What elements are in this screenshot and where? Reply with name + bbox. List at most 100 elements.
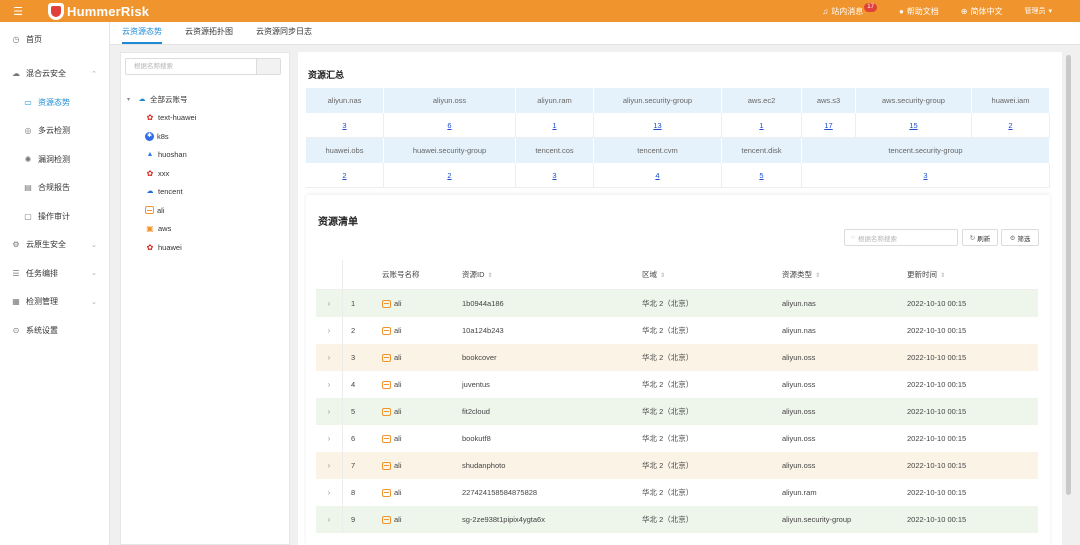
question-icon: ● (898, 6, 904, 16)
tree-node-tencent[interactable]: ☁ tencent (127, 183, 196, 202)
messages-button[interactable]: ♫ 站内消息 17 (822, 2, 877, 17)
table-row[interactable]: › 9 ali sg-2ze938t1pipix4ygta6x 华北 2（北京） aliy… (316, 506, 1038, 533)
user-menu[interactable]: 管理员 ▾ (1024, 6, 1052, 16)
sidebar-item-cloud-native[interactable]: ⚙ 云原生安全 ⌄ (0, 231, 109, 260)
row-account: ali (376, 407, 456, 416)
aliyun-icon (382, 353, 391, 362)
expand-chevron-icon[interactable]: › (316, 461, 342, 470)
row-resource-id: bookutf8 (462, 434, 491, 443)
summary-count-link[interactable]: 2 (306, 163, 384, 187)
summary-count-link[interactable]: 5 (722, 163, 802, 187)
expand-chevron-icon[interactable]: › (316, 407, 342, 416)
table-row[interactable]: › 1 ali 1b0944a186 华北 2（北京） aliyun.nas 2022-10… (316, 290, 1038, 317)
tab-resource-topology[interactable]: 云资源拓扑图 (185, 26, 233, 44)
list-search-input[interactable]: ○ 根据名称搜索 (844, 229, 958, 246)
summary-count-link[interactable]: 3 (306, 113, 384, 137)
document-icon: ▢ (24, 211, 32, 221)
row-type: aliyun.nas (782, 299, 816, 308)
summary-count-link[interactable]: 17 (802, 113, 856, 137)
sidebar-item-detection-management[interactable]: ▦ 检测管理 ⌄ (0, 288, 109, 317)
table-row[interactable]: › 3 ali bookcover 华北 2（北京） aliyun.oss 2022-10-… (316, 344, 1038, 371)
tree-node-ali[interactable]: ali (127, 201, 196, 220)
row-resource-id: juventus (462, 380, 490, 389)
menu-icon[interactable]: ☰ (0, 5, 36, 18)
sidebar-item-hybrid-cloud[interactable]: ☁ 混合云安全 ⌃ (0, 60, 109, 89)
table-row[interactable]: › 7 ali shudanphoto 华北 2（北京） aliyun.oss 2022-1… (316, 452, 1038, 479)
row-time: 2022-10-10 00:15 (907, 407, 967, 416)
column-header-region[interactable]: 区域 ⇕ (636, 269, 776, 280)
tab-resource-situation[interactable]: 云资源态势 (122, 26, 162, 44)
sidebar-item-audit[interactable]: ▢ 操作审计 (0, 202, 109, 231)
summary-count-link[interactable]: 1 (516, 113, 594, 137)
table-row[interactable]: › 2 ali 10a124b243 华北 2（北京） aliyun.nas 2022-10… (316, 317, 1038, 344)
expand-chevron-icon[interactable]: › (316, 488, 342, 497)
summary-count-link[interactable]: 2 (972, 113, 1050, 137)
table-row[interactable]: › 4 ali juventus 华北 2（北京） aliyun.oss 2022-10-1… (316, 371, 1038, 398)
row-region: 华北 2（北京） (642, 380, 694, 389)
table-row[interactable]: › 8 ali 227424158584875828 华北 2（北京） aliyun.ra… (316, 479, 1038, 506)
sidebar-item-compliance-report[interactable]: ▤ 合规报告 (0, 174, 109, 203)
column-header-resource-id[interactable]: 资源ID ⇕ (456, 269, 636, 280)
tree-node-all[interactable]: ▾ ☁ 全部云账号 (127, 90, 196, 109)
tab-sync-log[interactable]: 云资源同步日志 (256, 26, 312, 44)
expand-chevron-icon[interactable]: › (316, 515, 342, 524)
tree-node-k8s[interactable]: ✱ k8s (127, 127, 196, 146)
summary-count-link[interactable]: 6 (384, 113, 516, 137)
summary-count-link[interactable]: 2 (384, 163, 516, 187)
expand-chevron-icon[interactable]: › (316, 299, 342, 308)
tree-search-button[interactable] (256, 59, 280, 74)
huawei-icon: ✿ (146, 113, 154, 123)
refresh-button[interactable]: ↻ 刷新 (962, 229, 998, 246)
scan-icon: ◎ (24, 126, 32, 136)
tree-node-xxx[interactable]: ✿ xxx (127, 164, 196, 183)
row-account-label: ali (394, 326, 402, 335)
expand-chevron-icon[interactable]: › (316, 353, 342, 362)
sidebar-item-home[interactable]: ◷ 首页 (0, 25, 109, 54)
expand-chevron-icon[interactable]: › (316, 434, 342, 443)
row-resource-id: bookcover (462, 353, 497, 362)
tree-node-huoshan[interactable]: ▲ huoshan (127, 146, 196, 165)
column-header-account[interactable]: 云账号名称 (376, 269, 456, 280)
column-header-time[interactable]: 更新时间 ⇕ (901, 269, 1038, 280)
tree-node-label: text-huawei (158, 113, 197, 123)
summary-count-link[interactable]: 4 (594, 163, 722, 187)
table-row[interactable]: › 5 ali fit2cloud 华北 2（北京） aliyun.oss 2022-10-… (316, 398, 1038, 425)
sidebar-item-label: 漏洞检测 (38, 154, 70, 164)
summary-count-link[interactable]: 15 (856, 113, 972, 137)
summary-count-link[interactable]: 1 (722, 113, 802, 137)
row-resource-id: fit2cloud (462, 407, 490, 416)
tree-node-label: ali (157, 205, 165, 215)
sidebar-item-vuln-check[interactable]: ✺ 漏洞检测 (0, 145, 109, 174)
summary-header: huawei.iam (972, 88, 1050, 113)
tree-node-label: huawei (158, 242, 182, 252)
scrollbar[interactable] (1066, 55, 1071, 495)
row-number: 1 (342, 290, 376, 317)
sidebar-item-multi-cloud-check[interactable]: ◎ 多云检测 (0, 117, 109, 146)
sidebar-item-settings[interactable]: ⊙ 系统设置 (0, 316, 109, 345)
sidebar-item-task-orchestration[interactable]: ☰ 任务编排 ⌄ (0, 259, 109, 288)
logo[interactable]: HummerRisk (48, 2, 149, 20)
tree-node-aws[interactable]: ▣ aws (127, 220, 196, 239)
column-header-type[interactable]: 资源类型 ⇕ (776, 269, 901, 280)
summary-count-link[interactable]: 13 (594, 113, 722, 137)
language-button[interactable]: ⊕ 简体中文 (961, 6, 1003, 17)
list-icon: ☰ (12, 268, 20, 278)
account-tree: ▾ ☁ 全部云账号 ✿ text-huawei ✱ k8s ▲ huoshan ✿ xxx … (127, 90, 196, 257)
row-region: 华北 2（北京） (642, 515, 694, 524)
table-row[interactable]: › 6 ali bookutf8 华北 2（北京） aliyun.oss 2022-10-1… (316, 425, 1038, 452)
row-account-label: ali (394, 353, 402, 362)
tree-node-label: 全部云账号 (150, 94, 188, 104)
expand-chevron-icon[interactable]: › (316, 326, 342, 335)
summary-grid: aliyun.nas aliyun.oss aliyun.ram aliyun.… (306, 88, 1050, 188)
tree-node-text-huawei[interactable]: ✿ text-huawei (127, 109, 197, 128)
filter-button[interactable]: ⚙ 筛选 (1001, 229, 1039, 246)
tree-search-input[interactable]: 根据名称搜索 (125, 58, 281, 75)
list-search-placeholder: 根据名称搜索 (857, 235, 897, 243)
help-button[interactable]: ● 帮助文档 (899, 6, 939, 17)
summary-count-link[interactable]: 3 (516, 163, 594, 187)
sidebar-item-resource-situation[interactable]: ▭ 资源态势 (0, 88, 109, 117)
tree-node-label: tencent (158, 187, 183, 197)
expand-chevron-icon[interactable]: › (316, 380, 342, 389)
tree-node-huawei[interactable]: ✿ huawei (127, 238, 196, 257)
summary-count-link[interactable]: 3 (802, 163, 1050, 187)
